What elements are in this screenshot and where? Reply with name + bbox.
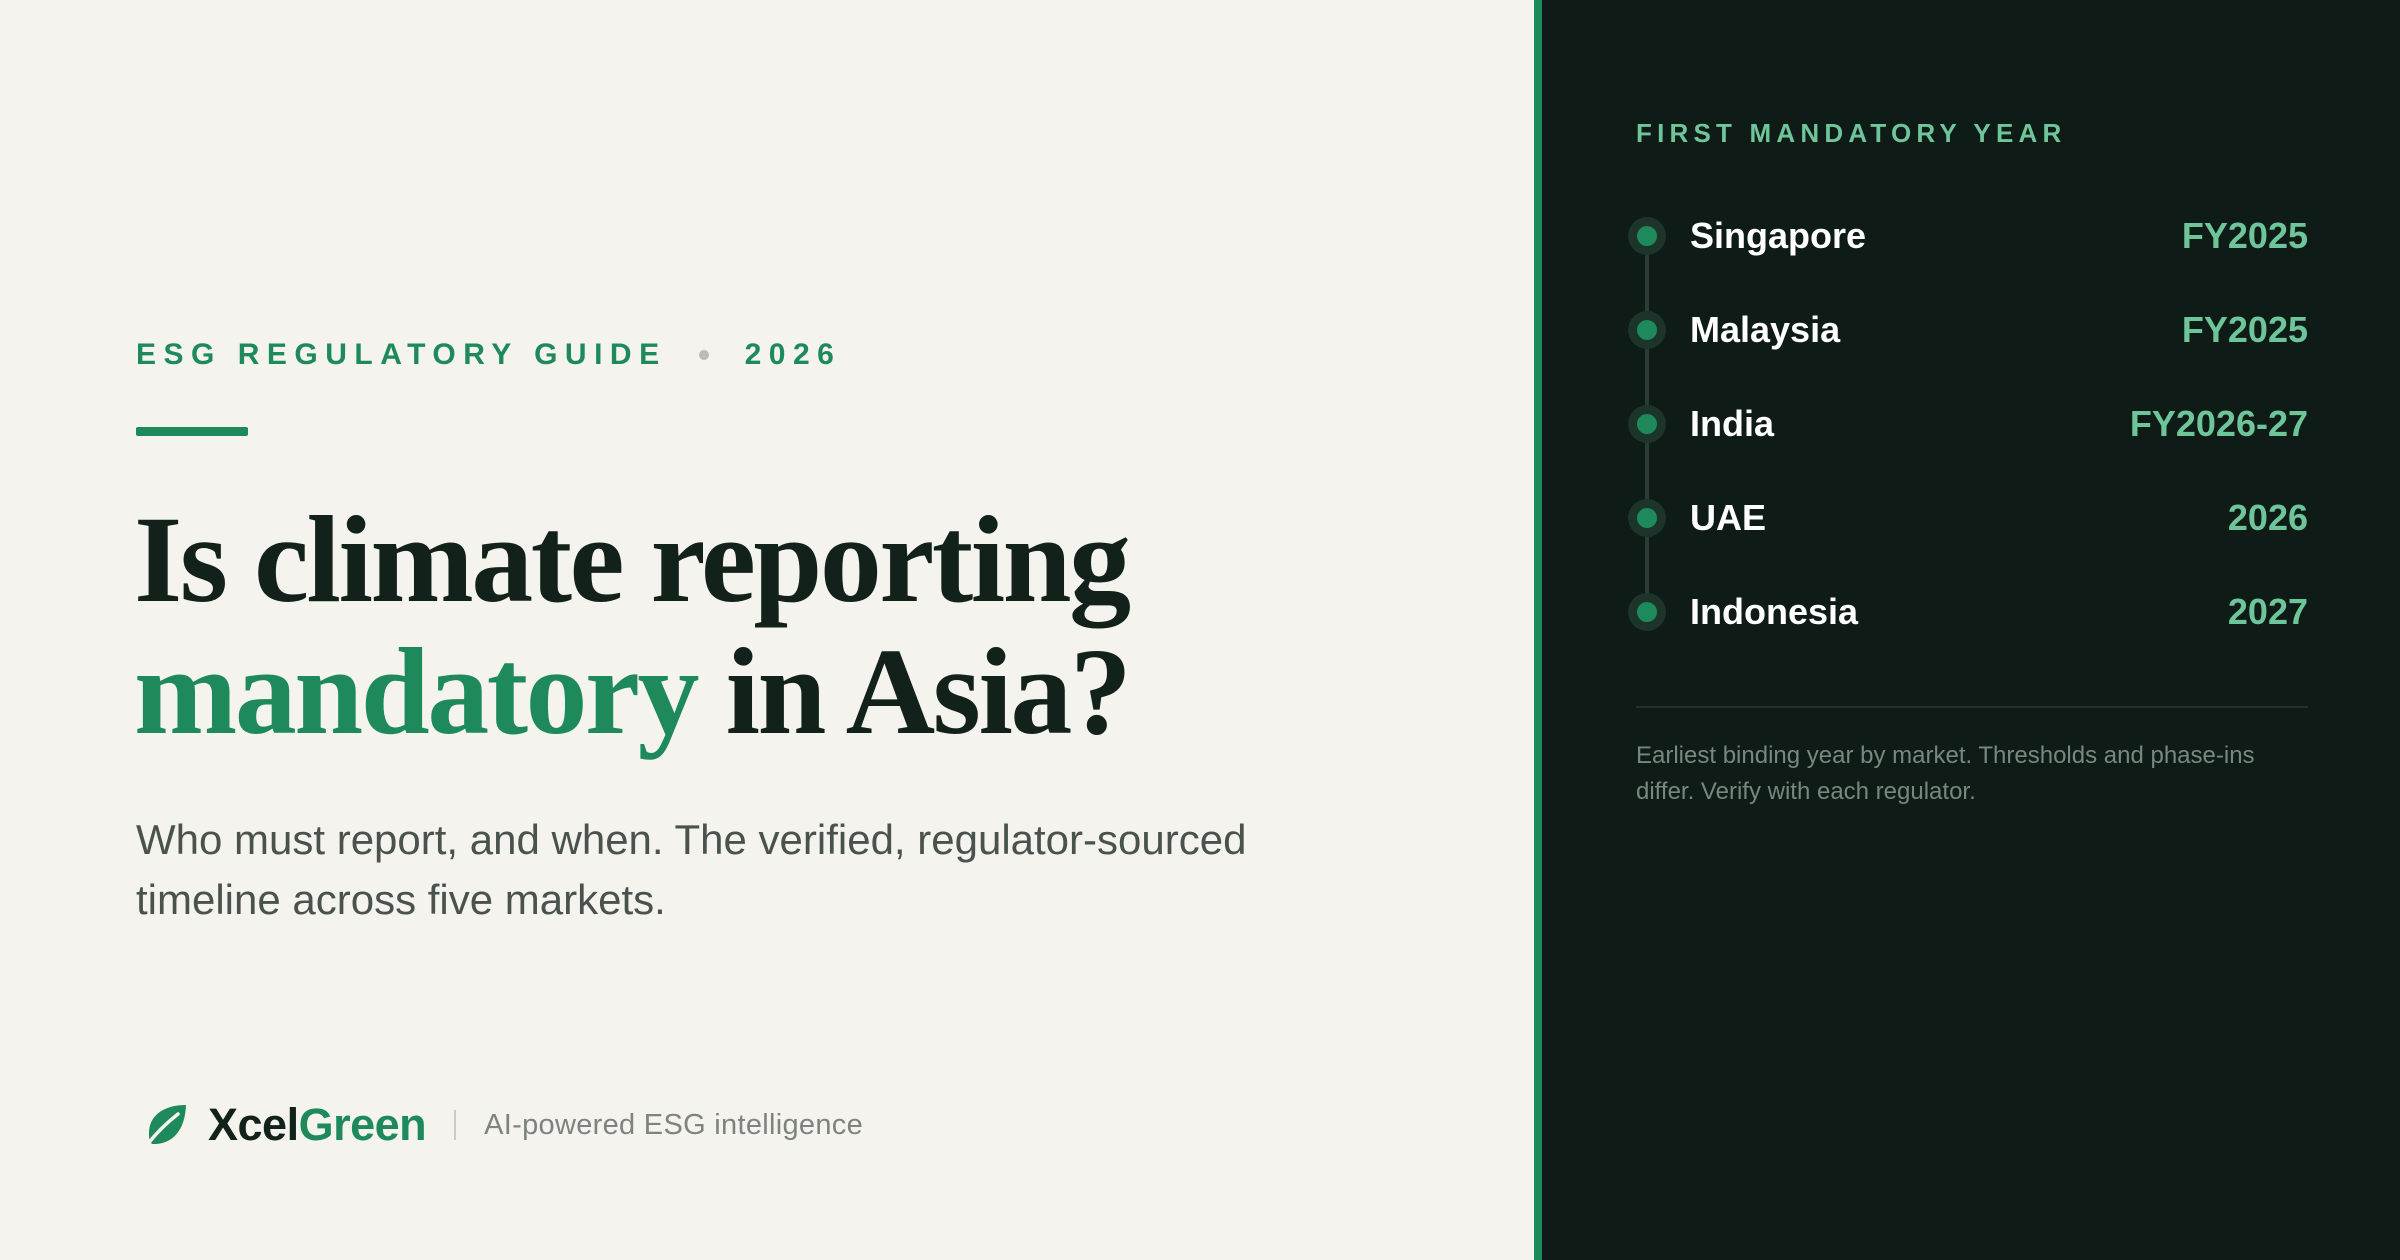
timeline-item: UAE 2026	[1628, 488, 2308, 548]
market-country: India	[1690, 403, 1775, 444]
headline: Is climate reporting mandatory in Asia?	[134, 491, 1132, 760]
panel-note: Earliest binding year by market. Thresho…	[1636, 742, 2255, 805]
subtitle: Who must report, and when. The verified,…	[136, 816, 1247, 923]
panel-divider	[1534, 0, 1542, 1260]
eyebrow: ESG REGULATORY GUIDE 2026	[136, 338, 841, 372]
timeline-item: India FY2026-27	[1628, 394, 2308, 454]
market-country: UAE	[1690, 497, 1767, 538]
accent-rule	[136, 427, 248, 436]
eyebrow-separator-dot	[698, 350, 709, 360]
market-year: FY2025	[2181, 215, 2308, 256]
brand-name-part-1: Xcel	[208, 1099, 299, 1150]
market-year: FY2025	[2181, 309, 2308, 350]
market-country: Singapore	[1690, 215, 1867, 256]
brand-separator	[454, 1110, 457, 1140]
market-year: FY2026-27	[2129, 403, 2308, 444]
brand-footer: XcelGreen AI-powered ESG intelligence	[140, 1090, 863, 1160]
market-country: Indonesia	[1690, 591, 1859, 632]
timeline-dot	[1637, 320, 1657, 340]
timeline-item: Singapore FY2025	[1628, 206, 2308, 266]
eyebrow-guide: ESG REGULATORY GUIDE	[136, 338, 667, 371]
eyebrow-year: 2026	[744, 338, 842, 371]
panel-heading: FIRST MANDATORY YEAR	[1636, 118, 2067, 148]
headline-line-2-rest: in Asia?	[725, 623, 1132, 760]
panel-rule	[1636, 706, 2308, 708]
timeline-dot	[1637, 602, 1657, 622]
timeline-dot	[1637, 226, 1657, 246]
headline-accent-word: mandatory	[134, 623, 700, 760]
headline-line-2: mandatory in Asia?	[134, 623, 1132, 760]
headline-line-1: Is climate reporting	[134, 491, 1131, 628]
brand-name: XcelGreen	[208, 1099, 427, 1151]
timeline-dot	[1637, 414, 1657, 434]
timeline-item: Indonesia 2027	[1628, 582, 2308, 642]
leaf-icon	[143, 1105, 186, 1150]
brand-tagline: AI-powered ESG intelligence	[484, 1108, 863, 1141]
market-year: 2027	[2227, 591, 2308, 632]
timeline-item: Malaysia FY2025	[1628, 300, 2308, 360]
market-year: 2026	[2227, 497, 2308, 538]
market-country: Malaysia	[1690, 309, 1841, 350]
timeline-dot	[1637, 508, 1657, 528]
brand-name-part-2: Green	[298, 1099, 427, 1150]
